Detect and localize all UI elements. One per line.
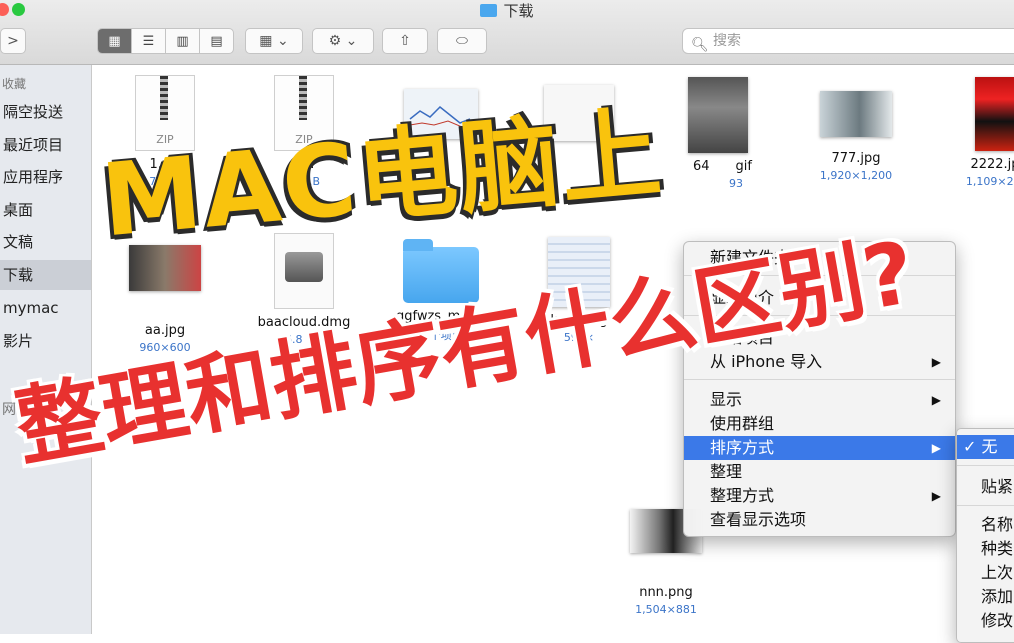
menu-item-use-groups[interactable]: 使用群组 <box>684 412 955 436</box>
finder-toolbar: 下载 > ▦ ☰ ▥ ▤ ▦ ⌄ ⚙ ⌄ ⇧ ⬭ 🔍︎ 搜索 <box>0 0 1014 65</box>
sidebar-item-recents[interactable]: 最近项目 <box>0 130 91 160</box>
sidebar-item-mymac[interactable]: mymac <box>0 293 91 323</box>
sidebar-item-applications[interactable]: 应用程序 <box>0 162 91 192</box>
list-view-button[interactable]: ☰ <box>132 29 166 53</box>
group-button[interactable]: ▦ ⌄ <box>245 28 303 54</box>
photo-thumbnail <box>820 91 892 137</box>
menu-item-clean-up[interactable]: 整理 <box>684 460 955 484</box>
column-view-button[interactable]: ▥ <box>166 29 200 53</box>
sidebar-item-desktop[interactable]: 桌面 <box>0 195 91 225</box>
gif-image-thumbnail <box>688 77 748 153</box>
view-mode-control: ▦ ☰ ▥ ▤ <box>97 28 234 54</box>
file-name-head: 64 <box>693 159 710 174</box>
submenu-arrow-icon: ▶ <box>931 393 941 407</box>
file-item[interactable]: 2222.jp 1,109×2,0 <box>930 77 1014 188</box>
submenu-arrow-icon: ▶ <box>931 489 941 503</box>
file-info: 93 <box>729 177 743 190</box>
menu-item-clean-up-by[interactable]: 整理方式 ▶ <box>684 484 955 508</box>
tag-button[interactable]: ⬭ <box>437 28 487 54</box>
menu-separator <box>957 505 1014 506</box>
submenu-arrow-icon: ▶ <box>931 441 941 455</box>
file-info: 1,109×2,0 <box>965 175 1014 188</box>
file-name: 777.jpg <box>831 151 881 166</box>
submenu-item-name[interactable]: 名称 <box>957 513 1014 537</box>
submenu-item-date-modified[interactable]: 修改 <box>957 609 1014 633</box>
submenu-item-kind[interactable]: 种类 <box>957 537 1014 561</box>
menu-separator <box>684 379 955 380</box>
sidebar-item-airdrop[interactable]: 隔空投送 <box>0 97 91 127</box>
submenu-item-last-opened[interactable]: 上次 <box>957 561 1014 585</box>
share-button[interactable]: ⇧ <box>382 28 428 54</box>
submenu-item-snap-to-grid[interactable]: 贴紧 <box>957 475 1014 499</box>
window-title-text: 下载 <box>503 2 534 20</box>
submenu-arrow-icon: ▶ <box>931 355 941 369</box>
poster-thumbnail <box>975 77 1014 151</box>
menu-separator <box>957 465 1014 466</box>
file-info: 1,920×1,200 <box>819 169 893 182</box>
file-item[interactable]: 777.jpg 1,920×1,200 <box>791 91 921 182</box>
sidebar-item-downloads[interactable]: 下载 <box>0 260 91 290</box>
menu-item-view-options[interactable]: 查看显示选项 <box>684 508 955 532</box>
sidebar-section-favorites: 收藏 <box>2 77 27 91</box>
file-item[interactable]: 64 gif 93 <box>653 77 783 190</box>
file-name-tail: gif <box>735 159 752 174</box>
search-icon: 🔍︎ <box>691 37 709 53</box>
forward-button[interactable]: > <box>0 28 26 54</box>
file-name: nnn.png <box>639 585 693 600</box>
gallery-view-button[interactable]: ▤ <box>200 29 233 53</box>
sort-by-submenu: ✓ 无 贴紧 名称 种类 上次 添加 修改 <box>956 428 1014 643</box>
window-title: 下载 <box>0 0 1014 21</box>
file-name: 64 gif <box>653 159 783 174</box>
search-field[interactable]: 🔍︎ 搜索 <box>682 28 1014 54</box>
downloads-folder-icon <box>480 4 498 17</box>
search-placeholder: 搜索 <box>713 33 741 49</box>
action-button[interactable]: ⚙ ⌄ <box>312 28 374 54</box>
icon-view-button[interactable]: ▦ <box>98 29 132 53</box>
sidebar-item-documents[interactable]: 文稿 <box>0 227 91 257</box>
submenu-item-date-added[interactable]: 添加 <box>957 585 1014 609</box>
submenu-item-none[interactable]: ✓ 无 <box>957 435 1014 459</box>
menu-item-label: 整理方式 <box>710 486 775 505</box>
menu-item-label: 排序方式 <box>710 438 775 457</box>
file-info: 1,504×881 <box>635 603 697 616</box>
menu-item-sort-by[interactable]: 排序方式 ▶ <box>684 436 955 460</box>
file-name: 2222.jp <box>970 157 1014 172</box>
menu-item-label: 显示 <box>710 390 743 409</box>
menu-item-show-view[interactable]: 显示 ▶ <box>684 388 955 412</box>
